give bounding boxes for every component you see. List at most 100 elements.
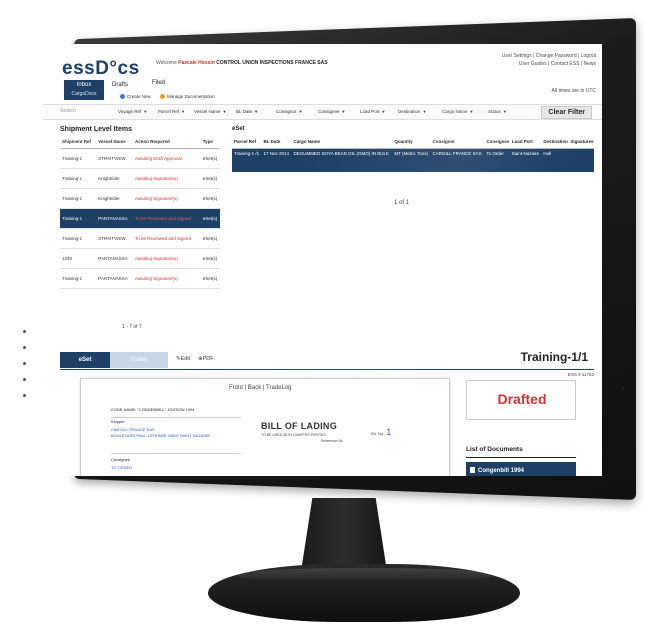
- reference-no-label: Reference No.: [321, 439, 344, 443]
- chevron-down-icon: ▼: [143, 109, 148, 114]
- bill-of-lading-title: BILL OF LADING: [261, 421, 338, 431]
- tab-filed[interactable]: Filed: [152, 80, 165, 86]
- document-code-name: CODE NAME: "CONGENBILL". EDITION 1994: [111, 407, 195, 412]
- screen: essD°cs Welcome Pascale Hossin CONTROL U…: [42, 44, 602, 476]
- cell-type: eSet(s): [200, 168, 220, 189]
- filter-vessel-name[interactable]: Vessel Name ▼: [194, 109, 226, 114]
- filter-label: Status: [488, 109, 501, 114]
- tab-eset[interactable]: eSet: [60, 352, 110, 368]
- clear-filter-button[interactable]: Clear Filter: [541, 106, 592, 119]
- column-header[interactable]: Parcel Ref: [232, 136, 262, 149]
- tab-folder[interactable]: Folder: [110, 352, 168, 368]
- column-header[interactable]: Consignor: [430, 136, 485, 149]
- column-header[interactable]: Cargo Name: [291, 136, 393, 149]
- filter-status[interactable]: Status ▼: [488, 109, 507, 114]
- document-list-item-label: Congenbill 1994: [478, 468, 525, 474]
- column-header[interactable]: Type: [200, 136, 220, 149]
- list-of-documents-title: List of Documents: [466, 446, 523, 453]
- cell-vessel-name: Knightrider: [96, 188, 134, 209]
- filter-parcel-ref[interactable]: Parcel Ref ▼: [158, 109, 185, 114]
- user-links-line2[interactable]: User Guides | Contact ESS | News: [502, 60, 596, 68]
- bill-of-lading-subtitle: TO BE USED WITH CHARTER-PARTIES: [261, 433, 326, 437]
- column-header[interactable]: Action Required: [133, 136, 201, 149]
- eset-row[interactable]: Training-1 /1 17 Nov 2014 DEGUMMED SOYA …: [232, 148, 594, 172]
- cell-action-required: Awaiting Signature(s): [133, 248, 201, 269]
- edit-label: Edit: [180, 356, 191, 362]
- document-title: Training-1/1: [520, 350, 588, 364]
- cell-shipment-ref: Training-1: [60, 228, 97, 249]
- cell-action-required: To be Reviewed and Signed: [133, 228, 201, 249]
- manage-docs-label: Manage Documentation: [167, 94, 215, 99]
- cell-cargo-name: DEGUMMED SOYA BEAN OIL (GMO) IN BULK: [291, 148, 393, 172]
- pdf-button[interactable]: ⊕PDF: [198, 356, 214, 362]
- filter-cargo-name[interactable]: Cargo Name ▼: [442, 109, 473, 114]
- divider: [111, 417, 241, 418]
- cell-vessel-name: PANTANASSA: [96, 268, 134, 289]
- table-row[interactable]: 1240 PANTANASSA Awaiting Signature(s) eSet(…: [60, 248, 220, 269]
- filter-load-port[interactable]: Load Port ▼: [360, 109, 385, 114]
- column-header[interactable]: Consignee: [484, 136, 510, 149]
- tab-inbox[interactable]: Inbox CargoDocs: [64, 80, 104, 100]
- column-header[interactable]: Quantity: [392, 136, 431, 149]
- edit-button[interactable]: ✎Edit: [176, 356, 190, 362]
- table-row[interactable]: Training-1 PANTANASSA Awaiting Signature(s…: [60, 268, 220, 289]
- column-header[interactable]: Signatures: [568, 136, 594, 149]
- status-badge: Drafted: [497, 391, 547, 407]
- cell-shipment-ref: 1240: [60, 248, 97, 269]
- create-new-link[interactable]: Create New: [120, 94, 151, 99]
- table-row[interactable]: Training-1 Knightrider Awaiting Signature(…: [60, 168, 220, 189]
- user-links-line1[interactable]: User Settings | Change Password | Logout: [502, 52, 596, 60]
- essdocs-logo[interactable]: essD°cs: [62, 58, 140, 80]
- column-header[interactable]: Shipment Ref: [60, 136, 97, 149]
- chevron-down-icon: ▼: [422, 109, 427, 114]
- search-input[interactable]: Search: [60, 108, 76, 114]
- filter-destination[interactable]: Destination ▼: [398, 109, 426, 114]
- column-header[interactable]: Vessel Name: [96, 136, 134, 149]
- manage-docs-link[interactable]: Manage Documentation: [160, 94, 215, 99]
- cell-vessel-name: STRAITVIEW: [96, 148, 134, 169]
- cell-action-required: Awaiting Draft Approval: [133, 148, 201, 169]
- cell-load-port: Saint-Nazaire: [509, 148, 542, 172]
- cell-action-required: Awaiting Signature(s): [133, 168, 201, 189]
- filter-label: Parcel Ref: [158, 109, 180, 114]
- table-row[interactable]: Training-1 STRAITVIEW To be Reviewed and S…: [60, 228, 220, 249]
- cell-shipment-ref: Training-1: [60, 188, 97, 209]
- column-header[interactable]: Load Port: [509, 136, 542, 149]
- cell-type: eSet(s): [200, 208, 220, 229]
- manage-docs-icon: [160, 94, 165, 99]
- divider: [60, 369, 594, 370]
- document-list-item[interactable]: Congenbill 1994: [466, 462, 576, 476]
- document-icon: [470, 467, 475, 473]
- filter-bl-date[interactable]: BL Date ▼: [236, 109, 258, 114]
- shipments-count: 1 - 7 of 7: [122, 324, 142, 330]
- shipper-label: Shipper: [111, 419, 125, 424]
- table-row[interactable]: Training-1 Knightrider Awaiting Signature(…: [60, 188, 220, 209]
- cell-type: eSet(s): [200, 248, 220, 269]
- cell-shipment-ref: Training-1: [60, 168, 97, 189]
- shipments-header-row: Shipment Ref Vessel Name Action Required…: [60, 136, 220, 149]
- filter-consignee[interactable]: Consignee ▼: [318, 109, 345, 114]
- create-new-icon: [120, 94, 125, 99]
- filter-voyage-ref[interactable]: Voyage Ref ▼: [118, 109, 147, 114]
- cell-consignee: To Order: [484, 148, 510, 172]
- cell-type: eSet(s): [200, 228, 220, 249]
- bl-number-label: B/L No.: [371, 431, 385, 436]
- eset-title: eSet: [232, 126, 245, 132]
- filter-consignor[interactable]: Consignor ▼: [276, 109, 302, 114]
- divider: [466, 457, 576, 458]
- monitor-buttons: [22, 329, 28, 410]
- column-header[interactable]: BL Date: [261, 136, 292, 149]
- app-header: essD°cs Welcome Pascale Hossin CONTROL U…: [42, 44, 602, 100]
- cell-shipment-ref: Training-1: [60, 268, 97, 289]
- document-preview[interactable]: Front | Back | TradeLog CODE NAME: "CONG…: [80, 378, 450, 476]
- table-row[interactable]: Training-1 STRAITVIEW Awaiting Draft Appro…: [60, 148, 220, 169]
- company-name: CONTROL UNION INSPECTIONS FRANCE SAS: [216, 60, 328, 66]
- table-row[interactable]: Training-1 PANTANASSA To be Reviewed and S…: [60, 208, 220, 229]
- document-view-links[interactable]: Front | Back | TradeLog: [229, 385, 291, 391]
- filter-label: Destination: [398, 109, 421, 114]
- tab-drafts[interactable]: Drafts: [112, 82, 128, 88]
- column-header[interactable]: Destination: [541, 136, 569, 149]
- shipments-title: Shipment Level Items: [60, 126, 132, 133]
- timezone-note: All times are in UTC: [551, 88, 596, 94]
- welcome-text: Welcome Pascale Hossin CONTROL UNION INS…: [156, 60, 328, 66]
